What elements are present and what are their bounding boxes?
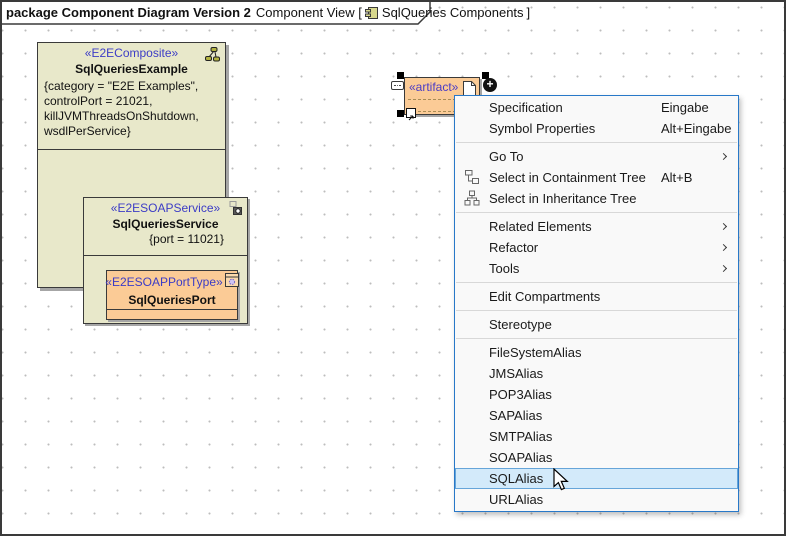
port-header: «E2ESOAPPortType» SqlQueriesPort [107,271,237,310]
menu-item-label: SQLAlias [489,471,543,486]
menu-item-label: POP3Alias [489,387,552,402]
composite-property-line: killJVMThreadsOnShutdown, [44,109,219,124]
menu-item-select-in-inheritance-tree[interactable]: Select in Inheritance Tree [455,188,738,209]
menu-item-sapalias[interactable]: SAPAlias [455,405,738,426]
menu-item-label: Refactor [489,240,538,255]
diagram-kind-label: package Component Diagram Version 2 [6,5,251,20]
menu-item-label: SAPAlias [489,408,542,423]
composite-name: SqlQueriesExample [44,61,219,77]
menu-item-label: SOAPAlias [489,450,552,465]
menu-separator [456,338,737,339]
menu-item-go-to[interactable]: Go To [455,146,738,167]
menu-separator [456,212,737,213]
submenu-arrow-icon [720,264,727,271]
menu-item-edit-compartments[interactable]: Edit Compartments [455,286,738,307]
port-stereotype: «E2ESOAPPortType» [105,275,222,290]
composite-property-line: wsdlPerService} [44,124,219,139]
menu-item-jmsalias[interactable]: JMSAlias [455,363,738,384]
resize-manipulator-icon[interactable] [406,108,416,118]
menu-item-related-elements[interactable]: Related Elements [455,216,738,237]
service-properties: {port = 11021} [89,232,242,247]
menu-item-label: JMSAlias [489,366,543,381]
inheritance-tree-icon [464,190,480,206]
menu-item-label: Select in Inheritance Tree [489,191,636,206]
artifact-stereotype: «artifact» [409,80,462,95]
menu-item-sqlalias[interactable]: SQLAlias [455,468,738,489]
menu-item-label: FileSystemAlias [489,345,581,360]
menu-item-label: Go To [489,149,523,164]
diagram-frame-heading: package Component Diagram Version 2 Comp… [1,1,433,25]
menu-item-label: Specification [489,100,563,115]
menu-item-soapalias[interactable]: SOAPAlias [455,447,738,468]
menu-item-filesystemalias[interactable]: FileSystemAlias [455,342,738,363]
composite-header: «E2EComposite» SqlQueriesExample {catego… [38,43,225,150]
selection-handle-bottom-left[interactable] [397,110,404,117]
diagram-name-label: SqlQueries Components [382,5,524,20]
component-sqlqueriesexample[interactable]: «E2EComposite» SqlQueriesExample {catego… [37,42,226,288]
composite-stereotype-icon [203,46,221,68]
port-name: SqlQueriesPort [110,292,234,308]
menu-item-label: Related Elements [489,219,592,234]
diagram-canvas[interactable]: package Component Diagram Version 2 Comp… [0,0,786,536]
composite-property-line: controlPort = 21021, [44,94,219,109]
service-header: «E2ESOAPService» SqlQueriesService {port… [84,198,247,256]
submenu-arrow-icon [720,222,727,229]
menu-item-label: Edit Compartments [489,289,600,304]
port-stereotype-icon [225,273,239,292]
menu-item-shortcut: Alt+Eingabe [661,118,731,139]
menu-item-label: SMTPAlias [489,429,552,444]
menu-separator [456,282,737,283]
compartments-button[interactable] [391,81,404,90]
menu-item-refactor[interactable]: Refactor [455,237,738,258]
menu-item-urlalias[interactable]: URLAlias [455,489,738,510]
menu-item-label: URLAlias [489,492,543,507]
component-sqlqueriesservice[interactable]: «E2ESOAPService» SqlQueriesService {port… [83,197,248,324]
composite-stereotype: «E2EComposite» [44,46,219,61]
smart-manipulator-add-button[interactable]: + [483,78,497,92]
menu-item-shortcut: Alt+B [661,167,692,188]
service-name: SqlQueriesService [89,216,242,232]
menu-separator [456,142,737,143]
menu-item-symbol-properties[interactable]: Symbol Properties Alt+Eingabe [455,118,738,139]
component-sqlqueriesport[interactable]: «E2ESOAPPortType» SqlQueriesPort [106,270,238,320]
menu-item-select-in-containment-tree[interactable]: Select in Containment Tree Alt+B [455,167,738,188]
context-menu: Specification Eingabe Symbol Properties Alt… [454,95,739,512]
menu-item-shortcut: Eingabe [661,97,709,118]
menu-item-specification[interactable]: Specification Eingabe [455,97,738,118]
menu-item-label: Stereotype [489,317,552,332]
menu-item-stereotype[interactable]: Stereotype [455,314,738,335]
composite-property-line: {category = "E2E Examples", [44,79,219,94]
selection-handle-top-left[interactable] [397,72,404,79]
menu-item-label: Tools [489,261,519,276]
containment-tree-icon [464,169,480,185]
menu-item-label: Select in Containment Tree [489,170,646,185]
diagram-view-label: Component View [ [256,5,362,20]
service-stereotype-icon [229,201,243,221]
menu-separator [456,310,737,311]
menu-item-label: Symbol Properties [489,121,595,136]
service-stereotype: «E2ESOAPService» [89,201,242,216]
heading-close-bracket: ] [527,5,531,20]
submenu-arrow-icon [720,243,727,250]
mouse-cursor [553,468,571,499]
menu-item-tools[interactable]: Tools [455,258,738,279]
submenu-arrow-icon [720,152,727,159]
menu-item-smtpalias[interactable]: SMTPAlias [455,426,738,447]
component-icon [364,6,379,20]
menu-item-pop3alias[interactable]: POP3Alias [455,384,738,405]
